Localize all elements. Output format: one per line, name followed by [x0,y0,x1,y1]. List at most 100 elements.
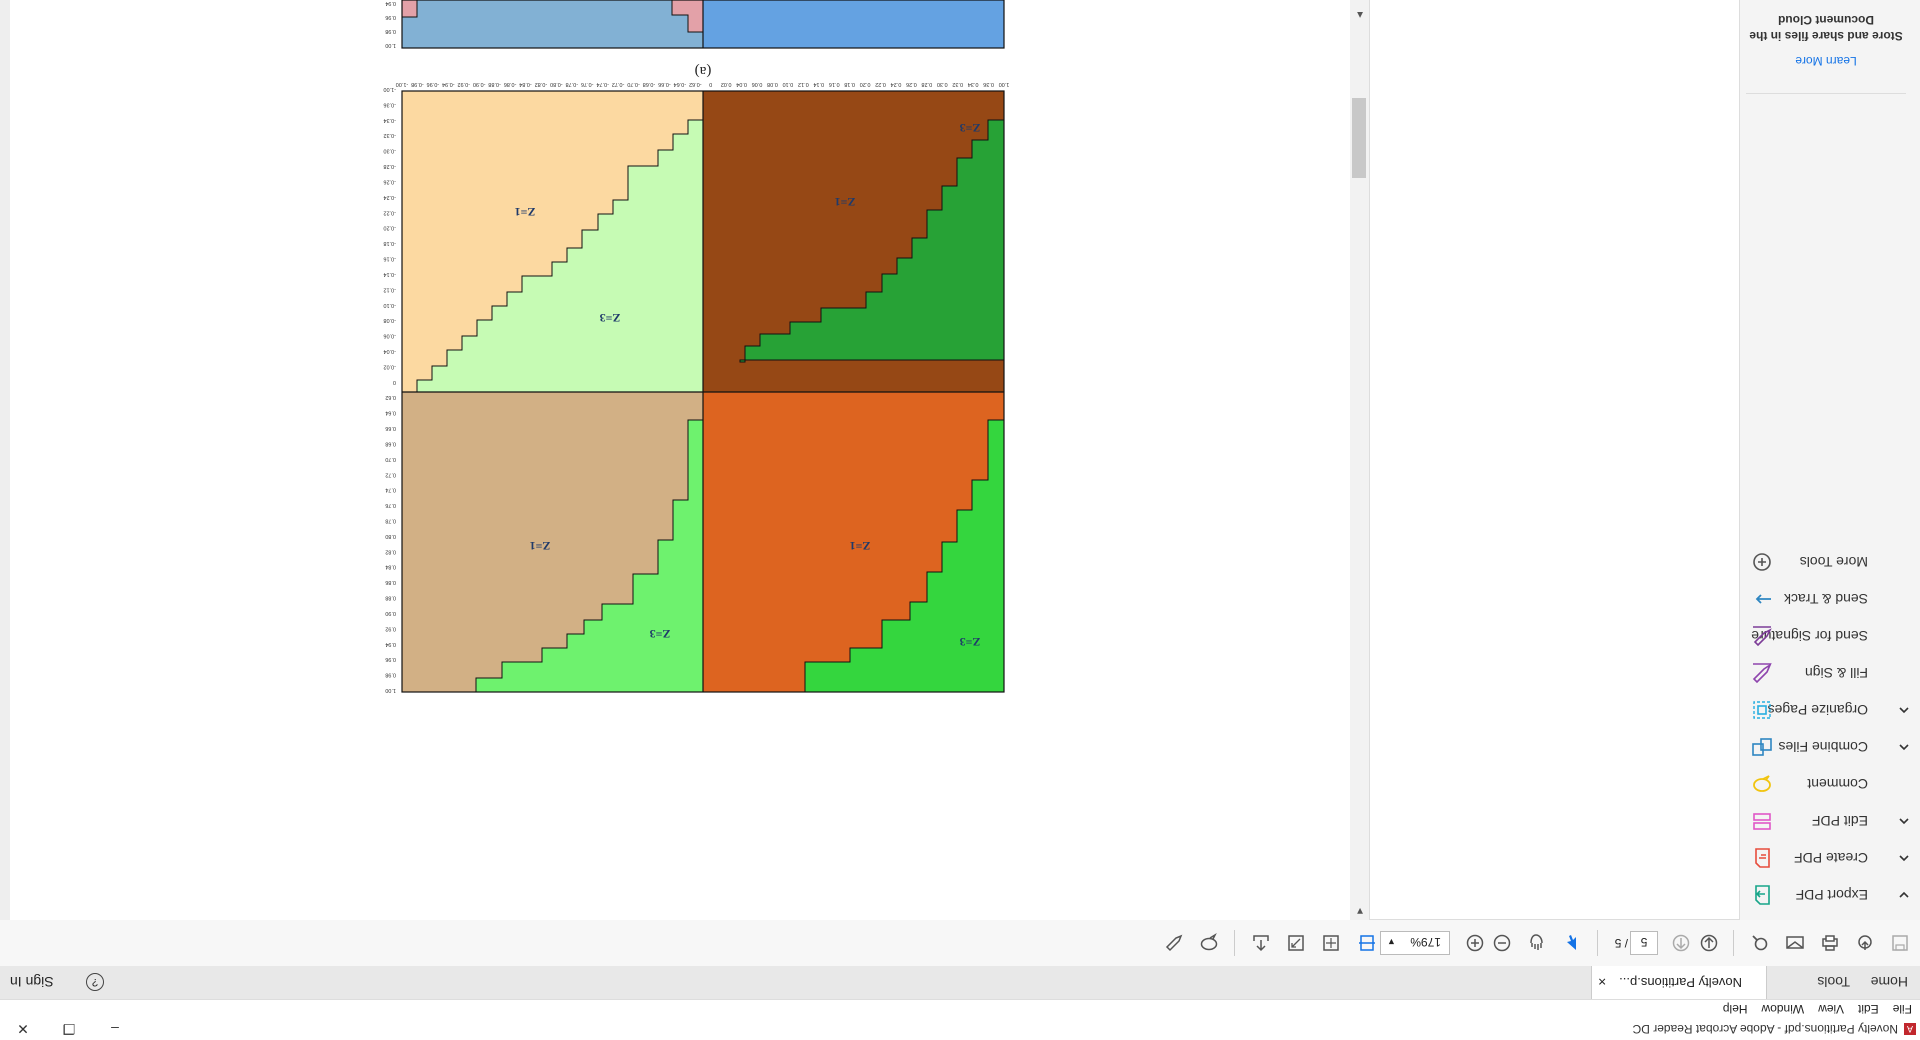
scroll-up-arrow[interactable]: ▲ [1355,9,1365,20]
tool-send-track[interactable]: Send & Track [1738,582,1908,616]
y-tick-label: 0.86 [385,579,396,585]
y-tick-label: -0.04 [383,348,396,354]
y-tick-label: 0.72 [385,471,396,477]
tool-fill-sign[interactable]: Fill & Sign [1738,656,1908,690]
zoom-in-icon[interactable] [1464,932,1486,954]
x-tick-label: 0.36 [983,81,994,87]
tool-combine-files[interactable]: Combine Files [1738,730,1910,764]
email-icon[interactable] [1784,932,1806,954]
chevron-up-icon[interactable] [1898,741,1910,753]
x-tick-label: 0.10 [783,81,794,87]
x-tick-label: -0.88 [488,81,501,87]
toolbar: 5 / 5 179% ▼ [0,919,1920,966]
scrollbar-thumb[interactable] [1352,98,1366,178]
full-screen-icon[interactable] [1285,932,1307,954]
search-icon[interactable] [1749,932,1771,954]
label-top-right-z3: Z=3 [960,121,981,135]
right-pane-toggle[interactable] [0,0,10,920]
sign-in-link[interactable]: Sign In [10,965,54,999]
window-title: Novelty Partitions.pdf - Adobe Acrobat R… [1632,1022,1898,1036]
menu-bar: File Edit View Window Help [0,1000,1920,1018]
menu-window[interactable]: Window [1761,1002,1804,1016]
y-tick-label: -0.36 [383,101,396,107]
vertical-scrollbar[interactable]: ▼ ▲ [1349,0,1370,920]
share-icon[interactable] [1250,932,1272,954]
chevron-up-icon[interactable] [1898,852,1910,864]
print-icon[interactable] [1819,932,1841,954]
y-tick-label: -0.08 [383,317,396,323]
x-tick-label: -0.86 [504,81,517,87]
y-tick-label: -0.28 [383,163,396,169]
y-tick-label: -0.22 [383,209,396,215]
tool-organize-pages[interactable]: Organize Pages [1738,693,1910,727]
save-icon[interactable] [1889,932,1911,954]
fit-page-icon[interactable] [1356,932,1378,954]
y-tick-label: 0 [393,379,396,385]
x-tick-label: 0.02 [721,81,732,87]
menu-edit[interactable]: Edit [1858,1002,1879,1016]
close-window-button[interactable]: ✕ [0,1018,46,1040]
y-tick-label: -0.18 [383,240,396,246]
maximize-button[interactable]: ❐ [46,1018,92,1040]
page-number-input[interactable]: 5 [1630,931,1658,955]
more-tools-icon [1753,553,1771,571]
x-tick-label: -0.74 [596,81,609,87]
tool-send-for-signature[interactable]: Send for Signature [1738,619,1908,653]
tool-comment[interactable]: Comment [1738,767,1908,801]
tab-document[interactable]: Novelty Partitions.p... × [1591,965,1767,999]
previous-page-icon[interactable] [1670,932,1692,954]
figure-caption: (a) [695,63,712,79]
scroll-down-arrow[interactable]: ▼ [1355,905,1365,916]
zoom-level-dropdown[interactable]: 179% ▼ [1380,931,1450,955]
x-tick-label: -0.96 [427,81,440,87]
x-tick-label: -0.90 [473,81,486,87]
upload-cloud-icon[interactable] [1854,932,1876,954]
select-cursor-icon[interactable] [1561,932,1583,954]
label-bottom-left-z3: Z=3 [650,627,671,641]
chevron-up-icon[interactable] [1898,815,1910,827]
x-tick-label: 0.32 [952,81,963,87]
label-top-left-z3: Z=3 [600,311,621,325]
chevron-down-icon[interactable] [1898,889,1910,901]
promo-title: Store and share files in the Document Cl… [1749,13,1903,43]
zoom-out-icon[interactable] [1491,932,1513,954]
tool-label: Comment [1807,776,1868,792]
label-top-left-z1: Z=1 [515,205,536,219]
label-bottom-right-z3: Z=3 [960,635,981,649]
y-tick-label: 0.88 [385,595,396,601]
comment-tool-icon[interactable] [1198,932,1220,954]
menu-file[interactable]: File [1893,1002,1912,1016]
y-tick-label: 0.70 [385,456,396,462]
x-tick-label: 0.26 [906,81,917,87]
y-tick-label: 0.84 [385,564,396,570]
tool-edit-pdf[interactable]: Edit PDF [1738,804,1910,838]
document-viewer[interactable]: Z=1 Z=3 Z=1 Z=3 Z=1 Z=3 Z=1 Z=3 1.00 0.98 0.96 0.94… [10,0,1350,920]
tool-create-pdf[interactable]: Create PDF [1738,841,1910,875]
y-tick-label: 0.92 [385,625,396,631]
menu-view[interactable]: View [1818,1002,1844,1016]
chevron-up-icon[interactable] [1898,704,1910,716]
help-icon[interactable]: ? [86,973,104,991]
strip-right-fill [703,0,1004,48]
tool-export-pdf[interactable]: Export PDF [1738,878,1910,912]
x-tick-label: 0.24 [891,81,902,87]
learn-more-link[interactable]: Learn More [1746,54,1906,68]
pen-tool-icon[interactable] [1163,932,1185,954]
x-tick-label: 0.06 [752,81,763,87]
y-tick-label: -0.20 [383,225,396,231]
scroll-mode-icon[interactable] [1320,932,1342,954]
minimize-button[interactable]: – [92,1018,138,1040]
tab-home[interactable]: Home [1871,965,1908,999]
y-tick-label: -0.24 [383,194,396,200]
hand-tool-icon[interactable] [1526,932,1548,954]
close-tab-icon[interactable]: × [1598,965,1606,999]
fill-sign-icon [1752,662,1772,684]
tool-more-tools[interactable]: More Tools [1738,545,1908,579]
y-tick-label: 0.82 [385,548,396,554]
y-tick-label: 0.78 [385,517,396,523]
menu-help[interactable]: Help [1723,1002,1748,1016]
strip-tick-label: 1.00 [385,42,396,48]
tab-tools[interactable]: Tools [1817,965,1850,999]
y-tick-label: -0.34 [383,117,396,123]
next-page-icon[interactable] [1698,932,1720,954]
